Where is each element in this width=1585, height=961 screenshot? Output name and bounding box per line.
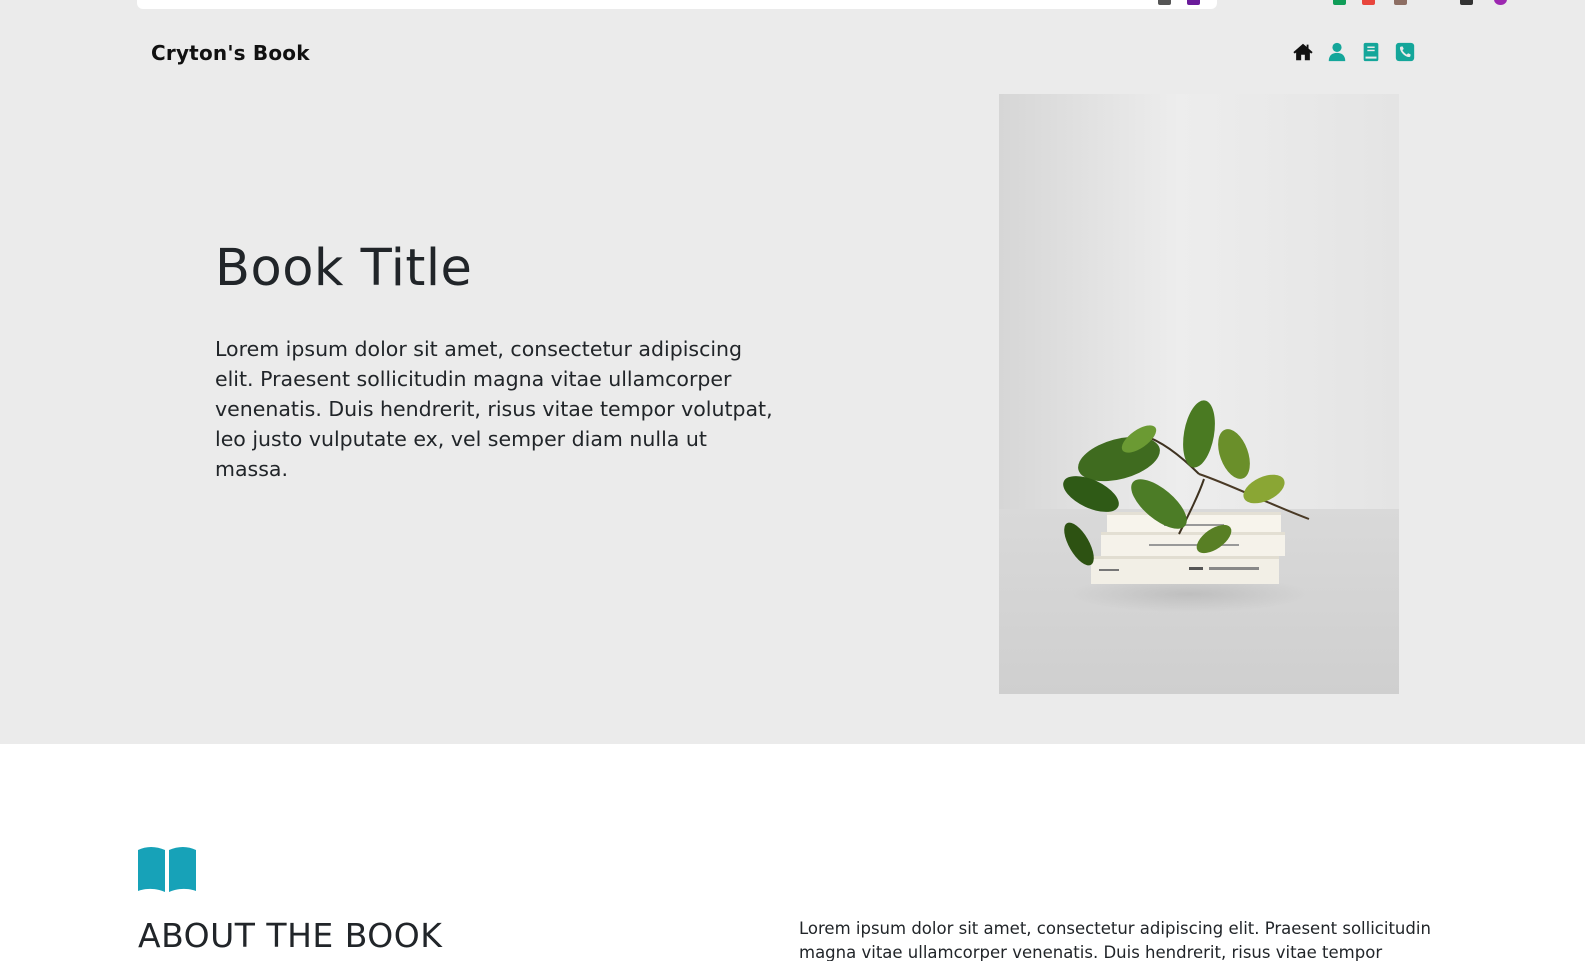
hero-section: Cryton's Book Book Title Lorem ipsum dol… xyxy=(0,11,1585,744)
browser-chrome xyxy=(0,0,1585,11)
user-icon[interactable] xyxy=(1325,40,1349,64)
extension-icon[interactable] xyxy=(1362,0,1375,5)
phone-icon[interactable] xyxy=(1393,40,1417,64)
book-cover-image xyxy=(999,94,1399,694)
extension-icon[interactable] xyxy=(1460,0,1473,5)
extension-icon[interactable] xyxy=(1333,0,1346,5)
brand-logo[interactable]: Cryton's Book xyxy=(151,41,310,65)
extension-icon[interactable] xyxy=(1494,0,1507,5)
extension-icon[interactable] xyxy=(1187,0,1200,5)
extension-icon[interactable] xyxy=(1158,0,1171,5)
top-nav xyxy=(1291,40,1417,64)
hero-title: Book Title xyxy=(215,239,473,298)
open-book-icon xyxy=(138,846,196,892)
address-bar[interactable] xyxy=(137,0,1217,9)
about-title: ABOUT THE BOOK xyxy=(138,916,443,955)
home-icon[interactable] xyxy=(1291,40,1315,64)
about-description: Lorem ipsum dolor sit amet, consectetur … xyxy=(799,919,1431,961)
book-icon[interactable] xyxy=(1359,40,1383,64)
hero-description: Lorem ipsum dolor sit amet, consectetur … xyxy=(215,337,773,481)
extension-icon[interactable] xyxy=(1394,0,1407,5)
